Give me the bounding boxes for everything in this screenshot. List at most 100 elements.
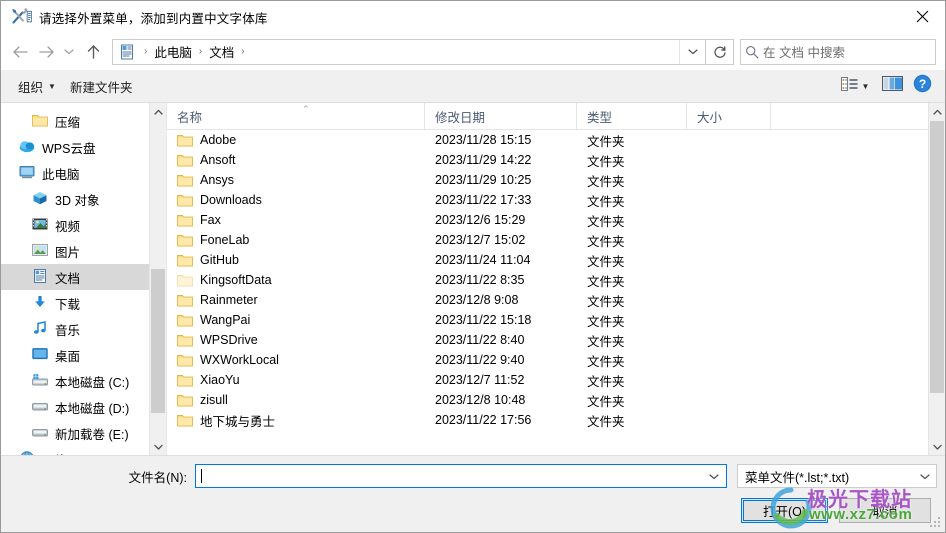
cell-type: 文件夹 <box>587 194 625 209</box>
resize-grip[interactable] <box>930 517 942 529</box>
table-row[interactable]: Downloads 2023/11/22 17:33 文件夹 <box>167 190 945 210</box>
navigation-pane-scrollbar[interactable] <box>149 103 166 455</box>
recent-locations-button[interactable] <box>59 39 79 65</box>
sidebar-item[interactable]: 本地磁盘 (C:) <box>1 368 166 394</box>
filename-dropdown-button[interactable] <box>702 465 726 487</box>
table-row[interactable]: Ansys 2023/11/29 10:25 文件夹 <box>167 170 945 190</box>
sidebar-item[interactable]: 本地磁盘 (D:) <box>1 394 166 420</box>
table-row[interactable]: zisull 2023/12/8 10:48 文件夹 <box>167 390 945 410</box>
chevron-up-icon[interactable] <box>929 103 945 120</box>
preview-pane-button[interactable] <box>877 74 907 98</box>
table-row[interactable]: Ansoft 2023/11/29 14:22 文件夹 <box>167 150 945 170</box>
table-row[interactable]: XiaoYu 2023/12/7 11:52 文件夹 <box>167 370 945 390</box>
chevron-down-icon[interactable] <box>914 473 936 480</box>
sidebar-item[interactable]: 网络 <box>1 446 166 455</box>
file-name: XiaoYu <box>200 373 240 387</box>
column-header-type[interactable]: 类型 <box>577 103 687 129</box>
column-header-date[interactable]: 修改日期 <box>425 103 577 129</box>
breadcrumb-separator[interactable]: › <box>236 46 249 57</box>
svg-text:?: ? <box>918 77 925 91</box>
chevron-down-icon[interactable] <box>150 438 166 455</box>
cell-name: Downloads <box>167 193 425 207</box>
sidebar-item[interactable]: 下载 <box>1 290 166 316</box>
folder-icon <box>177 133 193 147</box>
table-row[interactable]: KingsoftData 2023/11/22 8:35 文件夹 <box>167 270 945 290</box>
sidebar-item[interactable]: 压缩 <box>1 108 166 134</box>
chevron-up-icon[interactable] <box>150 103 166 120</box>
cell-date: 2023/11/24 11:04 <box>435 253 531 267</box>
folder-icon <box>177 213 193 227</box>
sidebar-item[interactable]: 此电脑 <box>1 160 166 186</box>
navigation-pane-scroll-thumb[interactable] <box>151 269 165 413</box>
back-button[interactable] <box>7 39 33 65</box>
sidebar-item-label: 文档 <box>55 271 81 286</box>
documents-icon <box>119 44 135 60</box>
forward-button[interactable] <box>33 39 59 65</box>
cell-name: GitHub <box>167 253 425 267</box>
cell-type: 文件夹 <box>587 354 625 369</box>
up-button[interactable] <box>79 39 107 65</box>
table-row[interactable]: WPSDrive 2023/11/22 8:40 文件夹 <box>167 330 945 350</box>
table-row[interactable]: Adobe 2023/11/28 15:15 文件夹 <box>167 130 945 150</box>
close-button[interactable] <box>899 1 945 32</box>
sidebar-item[interactable]: 3D 对象 <box>1 186 166 212</box>
table-row[interactable]: FoneLab 2023/12/7 15:02 文件夹 <box>167 230 945 250</box>
filename-input[interactable] <box>195 464 727 488</box>
sidebar-item-label: 本地磁盘 (C:) <box>55 375 130 390</box>
sidebar-item-label: 桌面 <box>55 349 81 364</box>
view-options-button[interactable]: ▼ <box>833 74 877 98</box>
file-name: zisull <box>200 393 228 407</box>
folder-icon <box>177 273 193 287</box>
cancel-button[interactable]: 取消 <box>839 498 931 523</box>
cell-type: 文件夹 <box>587 254 625 269</box>
breadcrumb[interactable]: › 此电脑 › 文档 › <box>112 38 706 65</box>
breadcrumb-item-documents[interactable]: 文档 <box>207 42 236 61</box>
sidebar-item[interactable]: 视频 <box>1 212 166 238</box>
column-header-name[interactable]: 名称 ⌃ <box>167 103 425 129</box>
cell-name: FoneLab <box>167 233 425 247</box>
filename-label: 文件名(N): <box>128 470 187 485</box>
organize-button[interactable]: 组织 ▼ <box>11 73 63 100</box>
table-row[interactable]: WXWorkLocal 2023/11/22 9:40 文件夹 <box>167 350 945 370</box>
table-row[interactable]: WangPai 2023/11/22 15:18 文件夹 <box>167 310 945 330</box>
cell-type: 文件夹 <box>587 154 625 169</box>
refresh-button[interactable] <box>706 38 734 65</box>
sidebar-item[interactable]: 音乐 <box>1 316 166 342</box>
breadcrumb-item-this-pc[interactable]: 此电脑 <box>152 42 194 61</box>
sidebar-item[interactable]: 新加载卷 (E:) <box>1 420 166 446</box>
file-list-scrollbar[interactable] <box>928 103 945 455</box>
cell-name: Ansys <box>167 173 425 187</box>
file-list[interactable]: Adobe 2023/11/28 15:15 文件夹 Ansoft 2023/11/29… <box>167 130 945 455</box>
help-button[interactable]: ? <box>907 74 937 98</box>
table-row[interactable]: Rainmeter 2023/12/8 9:08 文件夹 <box>167 290 945 310</box>
file-name: WangPai <box>200 313 251 327</box>
cell-type: 文件夹 <box>587 134 625 149</box>
open-button[interactable]: 打开(O) <box>741 498 828 523</box>
cell-type: 文件夹 <box>587 394 625 409</box>
sidebar-item[interactable]: 图片 <box>1 238 166 264</box>
file-list-pane: 名称 ⌃ 修改日期 类型 大小 Adobe 2023/11/28 15:15 文件夹… <box>167 103 945 455</box>
network-icon <box>19 451 35 455</box>
column-header-size[interactable]: 大小 <box>687 103 771 129</box>
new-folder-button[interactable]: 新建文件夹 <box>63 73 140 100</box>
file-list-scroll-thumb[interactable] <box>930 121 944 393</box>
window-title: 请选择外置菜单，添加到内置中文字体库 <box>39 11 268 26</box>
table-row[interactable]: Fax 2023/12/6 15:29 文件夹 <box>167 210 945 230</box>
sidebar-item[interactable]: WPS云盘 <box>1 134 166 160</box>
file-name: Ansys <box>200 173 235 187</box>
table-row[interactable]: GitHub 2023/11/24 11:04 文件夹 <box>167 250 945 270</box>
new-folder-label: 新建文件夹 <box>69 80 133 95</box>
file-type-filter[interactable]: 菜单文件(*.lst;*.txt) <box>737 464 937 488</box>
chevron-down-icon[interactable] <box>929 438 945 455</box>
file-name: WPSDrive <box>200 333 258 347</box>
sidebar-item[interactable]: 文档 <box>1 264 166 290</box>
table-row[interactable]: 地下城与勇士 2023/11/22 17:56 文件夹 <box>167 410 945 430</box>
sidebar-item[interactable]: 桌面 <box>1 342 166 368</box>
help-icon: ? <box>913 74 932 98</box>
file-name: WXWorkLocal <box>200 353 279 367</box>
cell-date: 2023/11/22 15:18 <box>435 313 532 327</box>
column-header-type-label: 类型 <box>587 110 613 125</box>
cloud-icon <box>19 139 35 155</box>
search-input[interactable]: 在 文档 中搜索 <box>740 38 936 65</box>
breadcrumb-dropdown-button[interactable] <box>679 39 705 64</box>
